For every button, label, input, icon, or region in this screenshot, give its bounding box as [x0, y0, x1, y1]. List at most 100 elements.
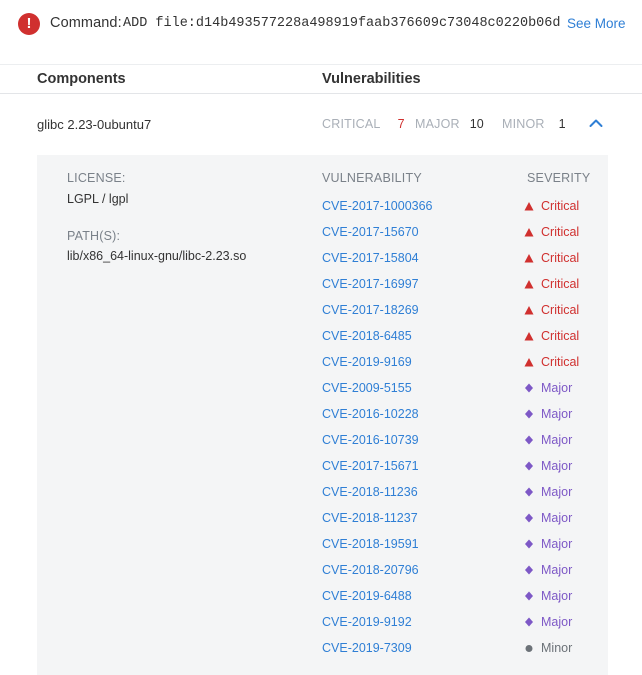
severity-label: Critical [541, 277, 580, 291]
severity-label: Major [541, 485, 573, 499]
vulnerability-id-link[interactable]: CVE-2018-6485 [322, 329, 412, 343]
vulnerability-row: CVE-2018-19591 Major [37, 533, 608, 559]
severity-label: Minor [541, 641, 573, 655]
severity-cell: Major [524, 537, 572, 551]
components-column-header: Components [37, 71, 126, 87]
vulnerability-id-link[interactable]: CVE-2018-19591 [322, 537, 419, 551]
vulnerability-id-link[interactable]: CVE-2018-11237 [322, 511, 418, 525]
vulnerability-id-link[interactable]: CVE-2017-16997 [322, 277, 419, 291]
vulnerability-id-link[interactable]: CVE-2016-10228 [322, 407, 419, 421]
vulnerability-id-link[interactable]: CVE-2019-9192 [322, 615, 412, 629]
vulnerability-id-link[interactable]: CVE-2017-15804 [322, 251, 419, 265]
severity-column-header: SEVERITY [527, 171, 591, 185]
vulnerability-row: CVE-2017-15671 Major [37, 455, 608, 481]
diamond-icon [525, 617, 533, 627]
vulnerability-row: CVE-2017-15670 Critical [37, 221, 608, 247]
severity-cell: Major [524, 563, 572, 577]
command-label: Command: [50, 15, 122, 31]
triangle-icon [524, 332, 534, 341]
see-more-link[interactable]: See More [567, 16, 626, 31]
severity-cell: Major [524, 407, 572, 421]
diamond-icon [525, 435, 533, 445]
command-value: ADD file:d14b493577228a498919faab376609c… [123, 16, 561, 31]
vulnerability-row: CVE-2017-15804 Critical [37, 247, 608, 273]
triangle-icon [524, 280, 534, 289]
vulnerability-row: CVE-2018-11236 Major [37, 481, 608, 507]
vulnerability-id-link[interactable]: CVE-2017-15670 [322, 225, 419, 239]
diamond-icon [525, 565, 533, 575]
severity-cell: Major [524, 511, 572, 525]
vulnerability-id-link[interactable]: CVE-2018-20796 [322, 563, 419, 577]
severity-cell: Major [524, 459, 572, 473]
vulnerability-row: CVE-2016-10739 Major [37, 429, 608, 455]
minor-count: MINOR 1 [502, 117, 566, 131]
vulnerability-row: CVE-2019-9169 Critical [37, 351, 608, 377]
severity-label: Critical [541, 225, 580, 239]
severity-cell: Major [524, 615, 572, 629]
severity-cell: Major [524, 589, 572, 603]
triangle-icon [524, 228, 534, 237]
major-count-label: MAJOR [415, 117, 460, 131]
vulnerability-id-link[interactable]: CVE-2017-15671 [322, 459, 419, 473]
error-icon: ! [18, 13, 40, 35]
triangle-icon [524, 254, 534, 263]
vulnerability-id-link[interactable]: CVE-2017-1000366 [322, 199, 433, 213]
severity-label: Major [541, 537, 573, 551]
critical-count-label: CRITICAL [322, 117, 381, 131]
diamond-icon [525, 513, 533, 523]
vulnerability-row: CVE-2017-16997 Critical [37, 273, 608, 299]
severity-cell: Major [524, 433, 572, 447]
severity-label: Critical [541, 329, 580, 343]
severity-cell: Major [524, 485, 572, 499]
chevron-up-icon[interactable] [586, 113, 606, 133]
severity-cell: Minor [524, 641, 572, 655]
vulnerability-row: CVE-2018-20796 Major [37, 559, 608, 585]
vulnerability-row: CVE-2009-5155 Major [37, 377, 608, 403]
severity-cell: Critical [524, 303, 579, 317]
severity-label: Critical [541, 199, 580, 213]
vulnerability-id-link[interactable]: CVE-2017-18269 [322, 303, 419, 317]
severity-label: Critical [541, 303, 580, 317]
severity-cell: Critical [524, 251, 579, 265]
severity-label: Critical [541, 251, 580, 265]
vulnerability-id-link[interactable]: CVE-2009-5155 [322, 381, 412, 395]
severity-cell: Major [524, 381, 572, 395]
vulnerability-id-link[interactable]: CVE-2016-10739 [322, 433, 419, 447]
triangle-icon [524, 202, 534, 211]
severity-cell: Critical [524, 329, 579, 343]
diamond-icon [525, 461, 533, 471]
major-count: MAJOR 10 [415, 117, 484, 131]
vulnerability-id-link[interactable]: CVE-2019-6488 [322, 589, 412, 603]
vulnerability-id-link[interactable]: CVE-2019-7309 [322, 641, 412, 655]
severity-cell: Critical [524, 225, 579, 239]
scan-results-panel: ! Command: ADD file:d14b493577228a498919… [0, 0, 642, 675]
severity-label: Major [541, 615, 573, 629]
vulnerability-row: CVE-2019-9192 Major [37, 611, 608, 637]
critical-count-value: 7 [397, 117, 405, 131]
vulnerability-row: CVE-2016-10228 Major [37, 403, 608, 429]
command-bar: ! Command: ADD file:d14b493577228a498919… [0, 0, 642, 64]
vulnerability-id-link[interactable]: CVE-2019-9169 [322, 355, 412, 369]
component-details: LICENSE: LGPL / lgpl PATH(S): lib/x86_64… [37, 155, 608, 675]
table-header: Components Vulnerabilities [0, 64, 642, 94]
diamond-icon [525, 383, 533, 393]
severity-label: Critical [541, 355, 580, 369]
vulnerability-row: CVE-2017-1000366 Critical [37, 195, 608, 221]
minor-count-value: 1 [558, 117, 566, 131]
triangle-icon [524, 306, 534, 315]
severity-cell: Critical [524, 277, 579, 291]
vulnerability-row: CVE-2018-11237 Major [37, 507, 608, 533]
vulnerabilities-column-header: Vulnerabilities [322, 71, 421, 87]
component-row[interactable]: glibc 2.23-0ubuntu7 CRITICAL 7 MAJOR 10 MI… [0, 95, 642, 155]
severity-label: Major [541, 511, 573, 525]
severity-cell: Critical [524, 355, 579, 369]
minor-count-label: MINOR [502, 117, 545, 131]
diamond-icon [525, 539, 533, 549]
vulnerability-id-link[interactable]: CVE-2018-11236 [322, 485, 418, 499]
severity-label: Major [541, 563, 573, 577]
severity-label: Major [541, 459, 573, 473]
vulnerability-row: CVE-2017-18269 Critical [37, 299, 608, 325]
dot-icon [525, 645, 533, 652]
major-count-value: 10 [469, 117, 484, 131]
severity-label: Major [541, 433, 573, 447]
